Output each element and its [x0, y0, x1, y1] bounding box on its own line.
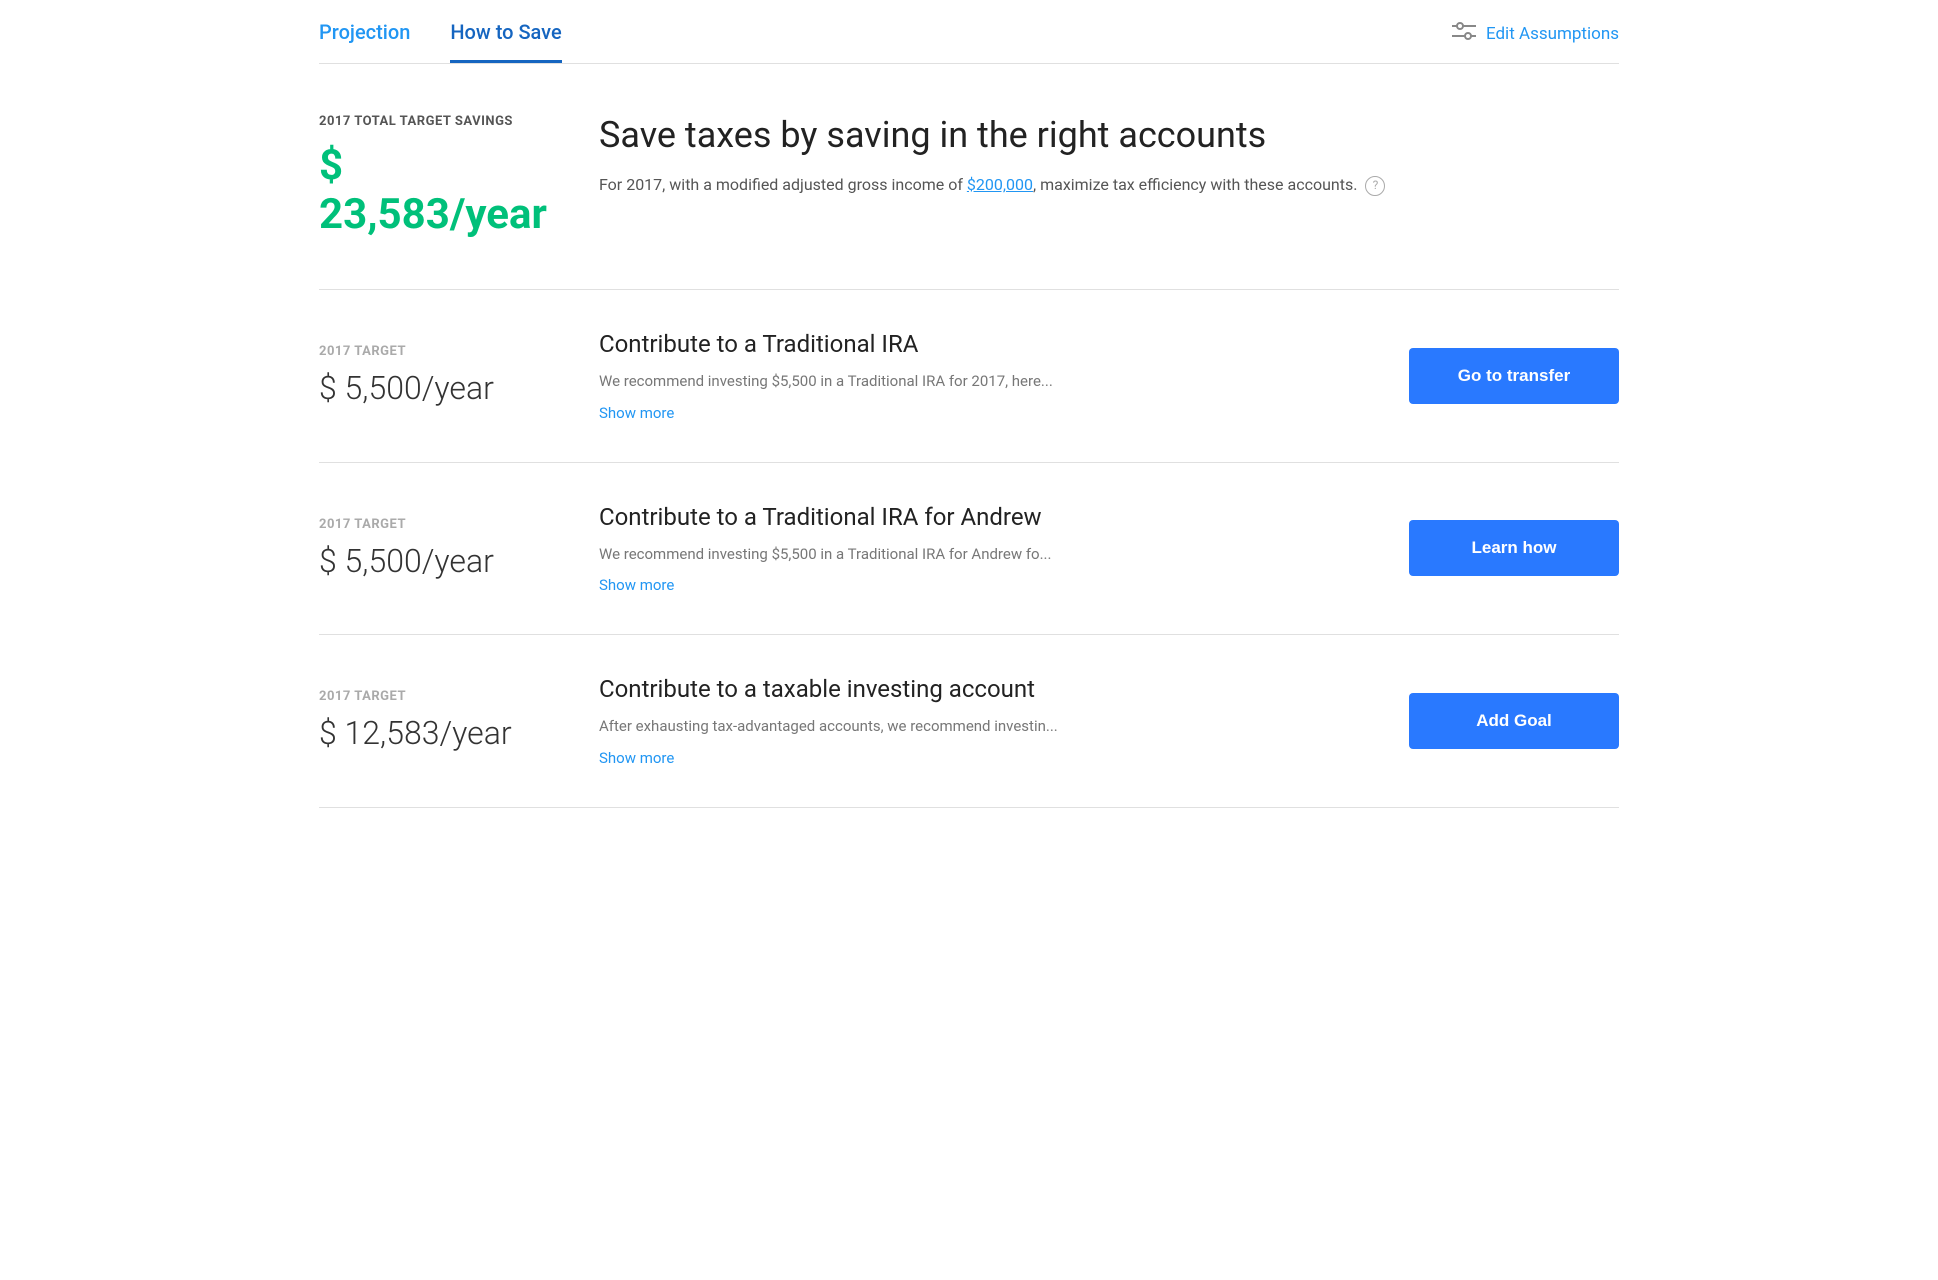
rec-label-1: 2017 TARGET: [319, 517, 539, 532]
hero-description-suffix: , maximize tax efficiency with these acc…: [1033, 175, 1357, 194]
rec-title-2: Contribute to a taxable investing accoun…: [599, 675, 1339, 703]
rec-title-0: Contribute to a Traditional IRA: [599, 330, 1339, 358]
rec-left-2: 2017 TARGET $ 12,583/year: [319, 689, 539, 752]
rec-description-2: After exhausting tax-advantaged accounts…: [599, 715, 1339, 738]
hero-description-prefix: For 2017, with a modified adjusted gross…: [599, 175, 967, 194]
show-more-0[interactable]: Show more: [599, 404, 674, 422]
info-icon[interactable]: ?: [1365, 176, 1385, 196]
action-button-1[interactable]: Learn how: [1409, 520, 1619, 576]
hero-description: For 2017, with a modified adjusted gross…: [599, 172, 1619, 198]
rec-amount-2: $ 12,583/year: [319, 714, 539, 752]
recommendation-row-2: 2017 TARGET $ 12,583/year Contribute to …: [319, 635, 1619, 808]
rec-content-2: Contribute to a taxable investing accoun…: [599, 675, 1339, 767]
rec-label-0: 2017 TARGET: [319, 344, 539, 359]
hero-title: Save taxes by saving in the right accoun…: [599, 114, 1619, 156]
edit-assumptions-label: Edit Assumptions: [1486, 24, 1619, 44]
tab-projection[interactable]: Projection: [319, 20, 410, 63]
edit-assumptions-button[interactable]: Edit Assumptions: [1452, 21, 1619, 46]
rec-content-1: Contribute to a Traditional IRA for Andr…: [599, 503, 1339, 595]
sliders-icon: [1452, 21, 1476, 46]
rec-amount-0: $ 5,500/year: [319, 369, 539, 407]
tab-header: Projection How to Save Edit Assumptions: [319, 0, 1619, 64]
rec-left-0: 2017 TARGET $ 5,500/year: [319, 344, 539, 407]
recommendation-row-1: 2017 TARGET $ 5,500/year Contribute to a…: [319, 463, 1619, 636]
rec-action-1: Learn how: [1399, 520, 1619, 576]
recommendations-container: 2017 TARGET $ 5,500/year Contribute to a…: [319, 290, 1619, 808]
rec-content-0: Contribute to a Traditional IRA We recom…: [599, 330, 1339, 422]
rec-description-1: We recommend investing $5,500 in a Tradi…: [599, 543, 1339, 566]
recommendation-row-0: 2017 TARGET $ 5,500/year Contribute to a…: [319, 290, 1619, 463]
show-more-2[interactable]: Show more: [599, 749, 674, 767]
hero-label: 2017 TOTAL TARGET SAVINGS: [319, 114, 539, 129]
rec-action-0: Go to transfer: [1399, 348, 1619, 404]
rec-left-1: 2017 TARGET $ 5,500/year: [319, 517, 539, 580]
rec-action-2: Add Goal: [1399, 693, 1619, 749]
rec-amount-1: $ 5,500/year: [319, 542, 539, 580]
action-button-0[interactable]: Go to transfer: [1409, 348, 1619, 404]
hero-right: Save taxes by saving in the right accoun…: [599, 114, 1619, 239]
income-link[interactable]: $200,000: [967, 175, 1033, 194]
rec-title-1: Contribute to a Traditional IRA for Andr…: [599, 503, 1339, 531]
show-more-1[interactable]: Show more: [599, 576, 674, 594]
hero-amount: $ 23,583/year: [319, 141, 539, 239]
hero-section: 2017 TOTAL TARGET SAVINGS $ 23,583/year …: [319, 64, 1619, 290]
rec-description-0: We recommend investing $5,500 in a Tradi…: [599, 370, 1339, 393]
tab-how-to-save[interactable]: How to Save: [450, 20, 561, 63]
hero-left: 2017 TOTAL TARGET SAVINGS $ 23,583/year: [319, 114, 539, 239]
action-button-2[interactable]: Add Goal: [1409, 693, 1619, 749]
tabs: Projection How to Save: [319, 20, 562, 63]
rec-label-2: 2017 TARGET: [319, 689, 539, 704]
